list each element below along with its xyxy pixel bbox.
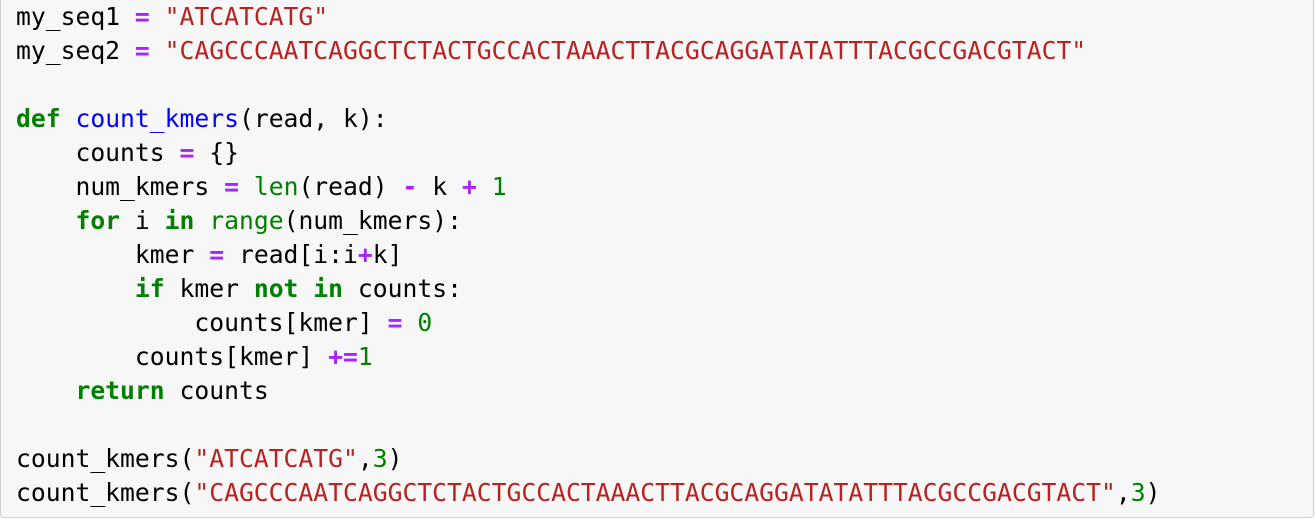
code-token-keyword: not [253, 274, 299, 303]
code-token-default: , [1115, 478, 1131, 507]
code-line: count_kmers("ATCATCATG",3) [16, 442, 1161, 476]
code-token-builtin: len [253, 172, 299, 201]
code-token-string: "ATCATCATG" [194, 444, 358, 473]
code-token-default: counts [164, 376, 269, 405]
code-token-default: k] [372, 240, 403, 269]
code-token-default: ) [387, 444, 403, 473]
code-token-number: 1 [357, 342, 373, 371]
code-line: for i in range(num_kmers): [16, 204, 1161, 238]
code-token-default [402, 308, 417, 337]
code-token-default: my_seq1 [16, 2, 135, 31]
code-token-default: count_kmers( [16, 478, 195, 507]
code-line: my_seq1 = "ATCATCATG" [16, 0, 1161, 34]
code-token-keyword: if [134, 274, 165, 303]
code-token-operator: = [134, 2, 150, 31]
code-token-default [150, 2, 165, 31]
code-token-default: , [357, 444, 373, 473]
code-line: counts[kmer] = 0 [16, 306, 1161, 340]
code-editor[interactable]: my_seq1 = "ATCATCATG" my_seq2 = "CAGCCCAA… [16, 0, 1161, 510]
code-line: count_kmers("CAGCCCAATCAGGCTCTACTGCCACTA… [16, 476, 1161, 510]
code-token-default: k [417, 172, 462, 201]
code-token-default: my_seq2 [16, 36, 135, 65]
code-token-def: count_kmers [75, 104, 239, 133]
code-line: def count_kmers(read, k): [16, 102, 1161, 136]
code-token-keyword: for [75, 206, 121, 235]
code-token-operator: - [402, 172, 418, 201]
code-line: counts = {} [16, 136, 1161, 170]
code-token-default: counts[kmer] [16, 342, 329, 371]
code-token-default: {} [194, 138, 239, 167]
code-token-default: ) [1145, 478, 1161, 507]
code-token-operator: = [209, 240, 225, 269]
code-token-default: kmer [164, 274, 254, 303]
code-line: if kmer not in counts: [16, 272, 1161, 306]
code-token-default [298, 274, 313, 303]
code-token-default [16, 206, 75, 235]
code-token-default [150, 36, 165, 65]
code-token-keyword: return [75, 376, 165, 405]
code-token-number: 0 [417, 308, 433, 337]
code-line: kmer = read[i:i+k] [16, 238, 1161, 272]
code-line: return counts [16, 374, 1161, 408]
code-token-default: (num_kmers): [283, 206, 462, 235]
code-token-number: 1 [491, 172, 507, 201]
code-token-default: counts[kmer] [16, 308, 388, 337]
code-token-default: read[i:i [224, 240, 358, 269]
code-token-operator: = [179, 138, 195, 167]
code-token-operator: = [224, 172, 239, 201]
code-token-number: 3 [1130, 478, 1146, 507]
code-line: my_seq2 = "CAGCCCAATCAGGCTCTACTGCCACTAAA… [16, 34, 1161, 68]
code-token-string: "CAGCCCAATCAGGCTCTACTGCCACTAAACTTACGCAGG… [164, 36, 1087, 65]
code-token-default [239, 172, 254, 201]
code-line: num_kmers = len(read) - k + 1 [16, 170, 1161, 204]
code-token-default: counts [16, 138, 180, 167]
code-token-keyword: def [16, 104, 61, 133]
code-token-default: (read) [298, 172, 403, 201]
code-token-default [16, 274, 135, 303]
code-token-default [61, 104, 76, 133]
code-token-operator: += [328, 342, 358, 371]
code-token-default: num_kmers [16, 172, 225, 201]
code-token-builtin: range [209, 206, 284, 235]
code-token-default: (read, k): [238, 104, 388, 133]
code-token-string: "ATCATCATG" [164, 2, 329, 31]
code-token-default: count_kmers( [16, 444, 195, 473]
code-token-default: kmer [16, 240, 210, 269]
code-token-default [477, 172, 492, 201]
code-token-default: i [120, 206, 165, 235]
code-token-default: counts: [343, 274, 462, 303]
code-cell[interactable]: my_seq1 = "ATCATCATG" my_seq2 = "CAGCCCAA… [0, 0, 1314, 518]
code-token-default [16, 376, 75, 405]
code-token-operator: = [387, 308, 403, 337]
code-token-operator: + [357, 240, 373, 269]
code-token-number: 3 [372, 444, 388, 473]
code-token-operator: + [461, 172, 477, 201]
code-line: counts[kmer] +=1 [16, 340, 1161, 374]
code-token-operator: = [134, 36, 150, 65]
code-token-keyword: in [313, 274, 344, 303]
code-token-default [194, 206, 209, 235]
code-token-string: "CAGCCCAATCAGGCTCTACTGCCACTAAACTTACGCAGG… [194, 478, 1116, 507]
code-token-keyword: in [164, 206, 195, 235]
